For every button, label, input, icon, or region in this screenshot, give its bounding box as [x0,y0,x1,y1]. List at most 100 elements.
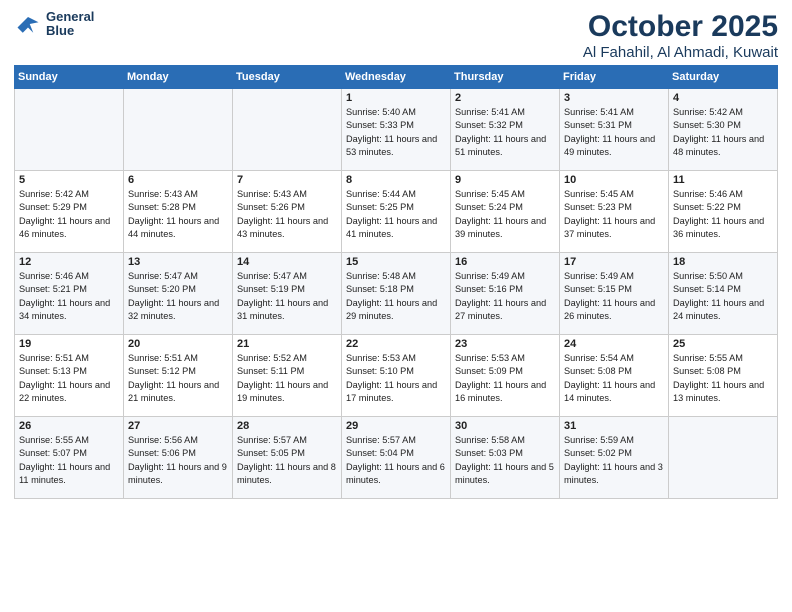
calendar-cell: 17Sunrise: 5:49 AMSunset: 5:15 PMDayligh… [560,253,669,335]
day-number: 18 [673,256,773,268]
logo-line1: General [46,10,94,24]
day-number: 5 [19,174,119,186]
day-number: 31 [564,420,664,432]
main-container: General Blue October 2025 Al Fahahil, Al… [0,0,792,505]
day-number: 19 [19,338,119,350]
day-header-saturday: Saturday [669,66,778,89]
calendar-cell [15,89,124,171]
logo: General Blue [14,10,94,39]
day-number: 30 [455,420,555,432]
calendar-cell: 3 Sunrise: 5:41 AMSunset: 5:31 PMDaylight… [560,89,669,171]
calendar-cell: 2 Sunrise: 5:41 AMSunset: 5:32 PMDaylight… [451,89,560,171]
day-info: Sunrise: 5:51 AMSunset: 5:12 PMDaylight:… [128,352,228,405]
day-header-friday: Friday [560,66,669,89]
calendar-cell: 21 Sunrise: 5:52 AMSunset: 5:11 PMDayligh… [233,335,342,417]
calendar-cell: 13Sunrise: 5:47 AMSunset: 5:20 PMDayligh… [124,253,233,335]
day-info: Sunrise: 5:59 AMSunset: 5:02 PMDaylight:… [564,434,664,487]
calendar-cell: 30 Sunrise: 5:58 AMSunset: 5:03 PMDayligh… [451,417,560,499]
calendar-cell: 4Sunrise: 5:42 AMSunset: 5:30 PMDaylight… [669,89,778,171]
day-number: 9 [455,174,555,186]
day-number: 20 [128,338,228,350]
day-info: Sunrise: 5:49 AMSunset: 5:16 PMDaylight:… [455,270,555,323]
day-info: Sunrise: 5:56 AMSunset: 5:06 PMDaylight:… [128,434,228,487]
day-info: Sunrise: 5:45 AMSunset: 5:23 PMDaylight:… [564,188,664,241]
day-info: Sunrise: 5:46 AMSunset: 5:21 PMDaylight:… [19,270,119,323]
calendar-cell: 27 Sunrise: 5:56 AMSunset: 5:06 PMDayligh… [124,417,233,499]
day-number: 17 [564,256,664,268]
calendar-cell: 26 Sunrise: 5:55 AMSunset: 5:07 PMDayligh… [15,417,124,499]
day-header-tuesday: Tuesday [233,66,342,89]
calendar-cell: 5 Sunrise: 5:42 AMSunset: 5:29 PMDaylight… [15,171,124,253]
day-number: 15 [346,256,446,268]
day-info: Sunrise: 5:51 AMSunset: 5:13 PMDaylight:… [19,352,119,405]
day-number: 21 [237,338,337,350]
calendar-cell: 22 Sunrise: 5:53 AMSunset: 5:10 PMDayligh… [342,335,451,417]
day-number: 6 [128,174,228,186]
day-info: Sunrise: 5:47 AMSunset: 5:19 PMDaylight:… [237,270,337,323]
day-number: 4 [673,92,773,104]
calendar-cell: 29Sunrise: 5:57 AMSunset: 5:04 PMDayligh… [342,417,451,499]
day-info: Sunrise: 5:42 AMSunset: 5:29 PMDaylight:… [19,188,119,241]
logo-text: General Blue [46,10,94,39]
day-info: Sunrise: 5:41 AMSunset: 5:31 PMDaylight:… [564,106,664,159]
day-header-wednesday: Wednesday [342,66,451,89]
calendar-cell: 16Sunrise: 5:49 AMSunset: 5:16 PMDayligh… [451,253,560,335]
day-info: Sunrise: 5:53 AMSunset: 5:10 PMDaylight:… [346,352,446,405]
month-title: October 2025 [583,10,778,44]
calendar-cell: 14 Sunrise: 5:47 AMSunset: 5:19 PMDayligh… [233,253,342,335]
day-info: Sunrise: 5:48 AMSunset: 5:18 PMDaylight:… [346,270,446,323]
calendar-cell: 11Sunrise: 5:46 AMSunset: 5:22 PMDayligh… [669,171,778,253]
calendar-cell: 20 Sunrise: 5:51 AMSunset: 5:12 PMDayligh… [124,335,233,417]
day-number: 8 [346,174,446,186]
calendar-table: SundayMondayTuesdayWednesdayThursdayFrid… [14,65,778,499]
day-info: Sunrise: 5:53 AMSunset: 5:09 PMDaylight:… [455,352,555,405]
day-info: Sunrise: 5:58 AMSunset: 5:03 PMDaylight:… [455,434,555,487]
day-number: 12 [19,256,119,268]
day-number: 3 [564,92,664,104]
calendar-header-row: SundayMondayTuesdayWednesdayThursdayFrid… [15,66,778,89]
calendar-cell: 10 Sunrise: 5:45 AMSunset: 5:23 PMDayligh… [560,171,669,253]
day-header-monday: Monday [124,66,233,89]
day-info: Sunrise: 5:55 AMSunset: 5:07 PMDaylight:… [19,434,119,487]
calendar-week-2: 5 Sunrise: 5:42 AMSunset: 5:29 PMDaylight… [15,171,778,253]
day-info: Sunrise: 5:44 AMSunset: 5:25 PMDaylight:… [346,188,446,241]
day-number: 13 [128,256,228,268]
calendar-cell: 7Sunrise: 5:43 AMSunset: 5:26 PMDaylight… [233,171,342,253]
day-info: Sunrise: 5:57 AMSunset: 5:05 PMDaylight:… [237,434,337,487]
calendar-cell: 6 Sunrise: 5:43 AMSunset: 5:28 PMDaylight… [124,171,233,253]
day-number: 10 [564,174,664,186]
day-info: Sunrise: 5:43 AMSunset: 5:28 PMDaylight:… [128,188,228,241]
day-number: 26 [19,420,119,432]
calendar-cell [669,417,778,499]
logo-icon [14,10,42,38]
location-title: Al Fahahil, Al Ahmadi, Kuwait [583,44,778,61]
calendar-week-5: 26 Sunrise: 5:55 AMSunset: 5:07 PMDayligh… [15,417,778,499]
calendar-cell: 18 Sunrise: 5:50 AMSunset: 5:14 PMDayligh… [669,253,778,335]
day-info: Sunrise: 5:43 AMSunset: 5:26 PMDaylight:… [237,188,337,241]
title-block: October 2025 Al Fahahil, Al Ahmadi, Kuwa… [583,10,778,61]
calendar-cell: 24Sunrise: 5:54 AMSunset: 5:08 PMDayligh… [560,335,669,417]
calendar-week-3: 12 Sunrise: 5:46 AMSunset: 5:21 PMDayligh… [15,253,778,335]
day-info: Sunrise: 5:41 AMSunset: 5:32 PMDaylight:… [455,106,555,159]
day-info: Sunrise: 5:57 AMSunset: 5:04 PMDaylight:… [346,434,446,487]
calendar-week-4: 19 Sunrise: 5:51 AMSunset: 5:13 PMDayligh… [15,335,778,417]
day-number: 14 [237,256,337,268]
day-info: Sunrise: 5:46 AMSunset: 5:22 PMDaylight:… [673,188,773,241]
day-number: 22 [346,338,446,350]
calendar-cell [124,89,233,171]
logo-line2: Blue [46,24,94,38]
calendar-cell: 28Sunrise: 5:57 AMSunset: 5:05 PMDayligh… [233,417,342,499]
day-info: Sunrise: 5:50 AMSunset: 5:14 PMDaylight:… [673,270,773,323]
day-info: Sunrise: 5:45 AMSunset: 5:24 PMDaylight:… [455,188,555,241]
calendar-cell: 15 Sunrise: 5:48 AMSunset: 5:18 PMDayligh… [342,253,451,335]
day-header-sunday: Sunday [15,66,124,89]
day-number: 2 [455,92,555,104]
calendar-week-1: 1Sunrise: 5:40 AMSunset: 5:33 PMDaylight… [15,89,778,171]
day-number: 1 [346,92,446,104]
calendar-cell: 9 Sunrise: 5:45 AMSunset: 5:24 PMDaylight… [451,171,560,253]
calendar-cell: 23Sunrise: 5:53 AMSunset: 5:09 PMDayligh… [451,335,560,417]
calendar-cell: 25Sunrise: 5:55 AMSunset: 5:08 PMDayligh… [669,335,778,417]
day-info: Sunrise: 5:52 AMSunset: 5:11 PMDaylight:… [237,352,337,405]
calendar-cell: 31 Sunrise: 5:59 AMSunset: 5:02 PMDayligh… [560,417,669,499]
day-number: 27 [128,420,228,432]
